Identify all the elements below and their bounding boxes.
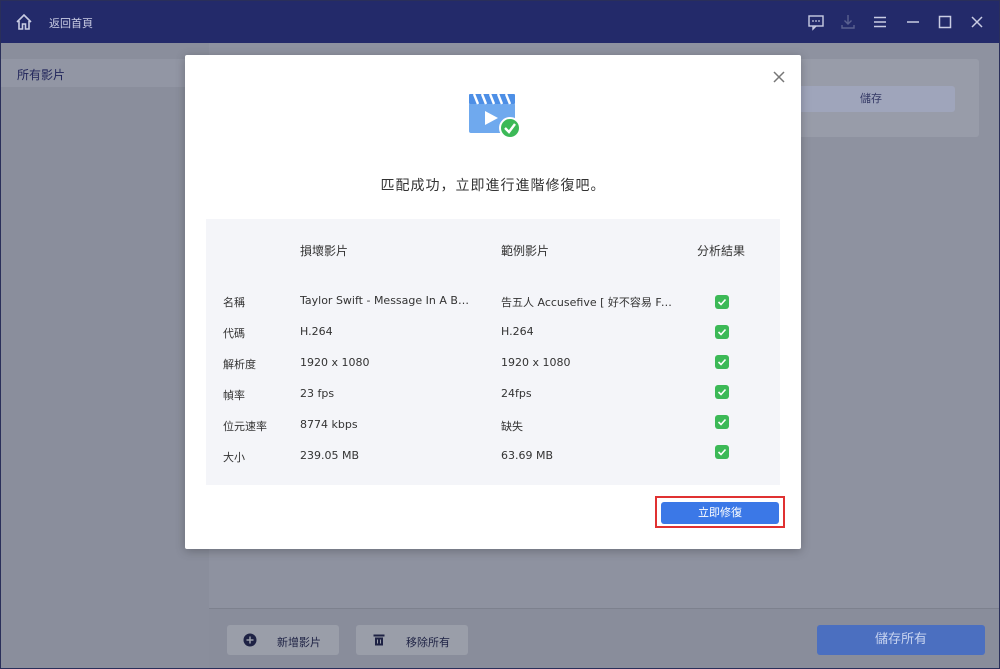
add-circle-icon — [243, 633, 257, 647]
match-success-message: 匹配成功，立即進行進階修復吧。 — [380, 178, 606, 194]
row-label: 大小 — [223, 451, 245, 464]
damaged-value: H.264 — [300, 325, 333, 338]
comparison-table: 損壞影片 範例影片 分析結果 名稱 Taylor Swift - Message… — [206, 219, 780, 485]
close-window-icon[interactable] — [968, 13, 986, 31]
sidebar-item-all-videos[interactable]: 所有影片 — [1, 59, 209, 87]
remove-all-button[interactable]: 移除所有 — [356, 625, 468, 655]
save-all-button[interactable]: 儲存所有 — [817, 625, 985, 655]
check-icon — [715, 385, 729, 399]
home-icon[interactable] — [15, 13, 33, 31]
row-label: 解析度 — [223, 358, 256, 371]
row-label: 代碼 — [223, 327, 245, 340]
sample-value: 缺失 — [501, 420, 523, 433]
row-label: 幀率 — [223, 389, 245, 402]
damaged-value: 23 fps — [300, 387, 335, 400]
damaged-value: Taylor Swift - Message In A Bottl... — [300, 294, 472, 307]
maximize-icon[interactable] — [936, 13, 954, 31]
sidebar-item-label: 所有影片 — [17, 68, 66, 82]
trash-icon — [372, 633, 386, 647]
check-icon — [715, 295, 729, 309]
download-icon[interactable] — [839, 13, 857, 31]
check-icon — [715, 415, 729, 429]
add-video-label: 新增影片 — [277, 636, 321, 649]
minimize-icon[interactable] — [904, 13, 922, 31]
match-success-dialog: 匹配成功，立即進行進階修復吧。 損壞影片 範例影片 分析結果 名稱 Taylor… — [185, 55, 801, 549]
damaged-value: 239.05 MB — [300, 449, 360, 462]
feedback-icon[interactable] — [807, 13, 825, 31]
row-label: 位元速率 — [223, 420, 267, 433]
damaged-value: 1920 x 1080 — [300, 356, 370, 369]
title-bar: 返回首頁 — [1, 1, 999, 43]
damaged-value: 8774 kbps — [300, 418, 358, 431]
save-button[interactable]: 儲存 — [787, 86, 955, 112]
app-window: 返回首頁 所有影片 儲存 新增影片 移除所有 儲存所有 匹配成功，立即進行進階修… — [0, 0, 1000, 669]
video-check-icon — [467, 91, 523, 141]
header-sample-video: 範例影片 — [501, 244, 550, 258]
sample-value: 24fps — [501, 387, 532, 400]
back-home-link[interactable]: 返回首頁 — [49, 15, 93, 31]
sample-value: 1920 x 1080 — [501, 356, 571, 369]
header-analysis-result: 分析結果 — [697, 244, 746, 258]
check-icon — [715, 325, 729, 339]
row-label: 名稱 — [223, 296, 245, 309]
menu-icon[interactable] — [871, 13, 889, 31]
close-icon[interactable] — [771, 69, 787, 85]
sample-value: H.264 — [501, 325, 534, 338]
header-damaged-video: 損壞影片 — [300, 244, 349, 258]
repair-button-highlight: 立即修復 — [655, 496, 785, 528]
sidebar: 所有影片 — [1, 43, 209, 668]
add-video-button[interactable]: 新增影片 — [227, 625, 339, 655]
sample-value: 告五人 Accusefive [ 好不容易 Fin... — [501, 296, 673, 309]
repair-now-button[interactable]: 立即修復 — [661, 502, 779, 524]
check-icon — [715, 355, 729, 369]
check-icon — [715, 445, 729, 459]
remove-all-label: 移除所有 — [406, 636, 450, 649]
sample-value: 63.69 MB — [501, 449, 554, 462]
